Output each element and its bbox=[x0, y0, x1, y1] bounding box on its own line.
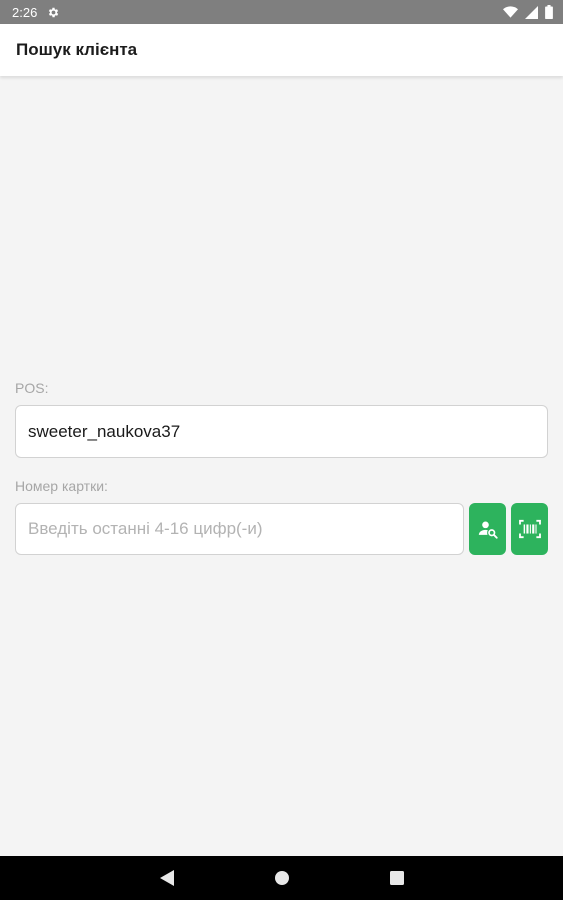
signal-icon bbox=[525, 5, 538, 19]
pos-label: POS: bbox=[15, 380, 49, 396]
pos-value: sweeter_naukova37 bbox=[28, 421, 181, 441]
status-right bbox=[503, 5, 553, 19]
pos-field[interactable]: sweeter_naukova37 bbox=[15, 405, 548, 458]
home-icon[interactable] bbox=[274, 870, 290, 886]
status-bar: 2:26 bbox=[0, 0, 563, 24]
recents-icon[interactable] bbox=[389, 871, 404, 885]
search-client-icon bbox=[478, 519, 498, 539]
barcode-scan-icon bbox=[518, 519, 541, 539]
system-nav-bar bbox=[0, 856, 563, 900]
barcode-scan-button[interactable] bbox=[511, 503, 548, 555]
search-client-button[interactable] bbox=[469, 503, 507, 555]
settings-gear-icon bbox=[47, 6, 60, 19]
battery-icon bbox=[545, 5, 553, 19]
status-left: 2:26 bbox=[12, 5, 60, 20]
back-icon[interactable] bbox=[159, 870, 174, 886]
card-number-row bbox=[15, 503, 548, 555]
wifi-icon bbox=[503, 6, 518, 18]
card-number-label: Номер картки: bbox=[15, 478, 108, 494]
page-title: Пошук клієнта bbox=[16, 40, 138, 59]
card-number-input[interactable] bbox=[15, 503, 465, 555]
client-search-form: POS: sweeter_naukova37 Номер картки: bbox=[15, 380, 548, 555]
status-time: 2:26 bbox=[12, 4, 38, 20]
app-bar: Пошук клієнта bbox=[0, 24, 563, 76]
